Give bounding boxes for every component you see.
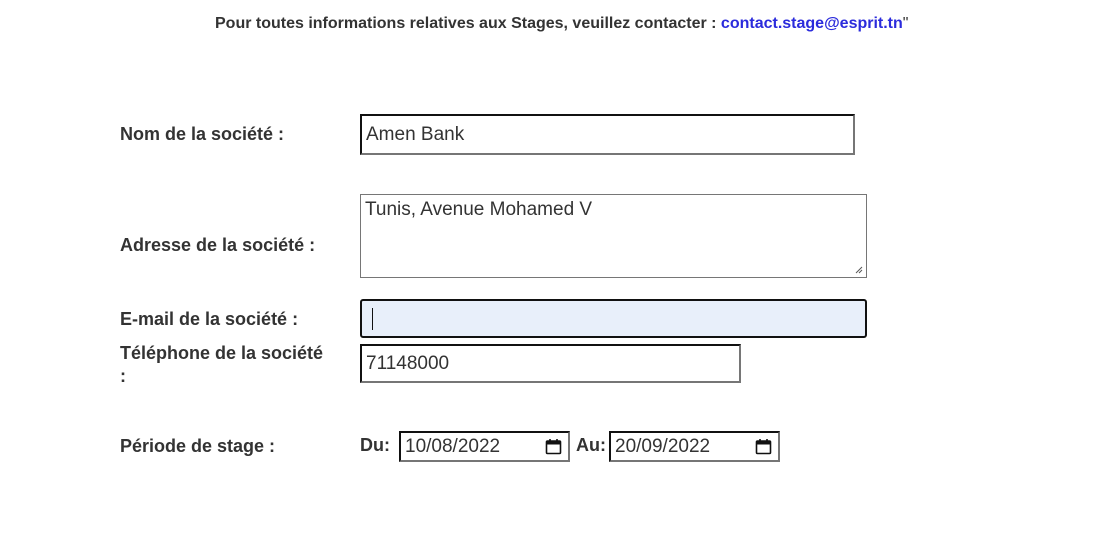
company-address-value: Tunis, Avenue Mohamed V	[365, 199, 593, 220]
calendar-icon[interactable]	[755, 438, 772, 455]
company-address-label: Adresse de la société :	[120, 235, 316, 255]
notice-quote: "	[902, 15, 909, 32]
to-date-label: Au:	[576, 435, 606, 455]
company-phone-value: 71148000	[366, 352, 450, 374]
to-date-input[interactable]: 20/09/2022	[609, 431, 780, 462]
company-phone-input[interactable]: 71148000	[360, 344, 741, 383]
notice-text: Pour toutes informations relatives aux S…	[215, 15, 721, 32]
contact-notice: Pour toutes informations relatives aux S…	[215, 15, 908, 33]
company-phone-label: Téléphone de la société :	[120, 342, 323, 388]
company-email-input[interactable]	[360, 299, 867, 338]
company-address-textarea[interactable]: Tunis, Avenue Mohamed V	[360, 194, 867, 278]
contact-email-link[interactable]: contact.stage@esprit.tn	[721, 15, 903, 32]
company-name-value: Amen Bank	[366, 123, 465, 145]
to-date-value: 20/09/2022	[615, 435, 711, 457]
resize-handle-icon[interactable]	[855, 266, 863, 274]
internship-period-label: Période de stage :	[120, 436, 276, 456]
text-caret	[372, 307, 373, 330]
company-phone-label-line1: Téléphone de la société	[120, 343, 324, 363]
company-phone-label-line2: :	[120, 366, 126, 386]
from-date-value: 10/08/2022	[405, 435, 501, 457]
company-name-label: Nom de la société :	[120, 124, 285, 144]
company-name-input[interactable]: Amen Bank	[360, 114, 855, 155]
calendar-icon[interactable]	[545, 438, 562, 455]
from-date-input[interactable]: 10/08/2022	[399, 431, 570, 462]
from-date-label: Du:	[360, 435, 390, 455]
company-email-label: E-mail de la société :	[120, 309, 299, 329]
